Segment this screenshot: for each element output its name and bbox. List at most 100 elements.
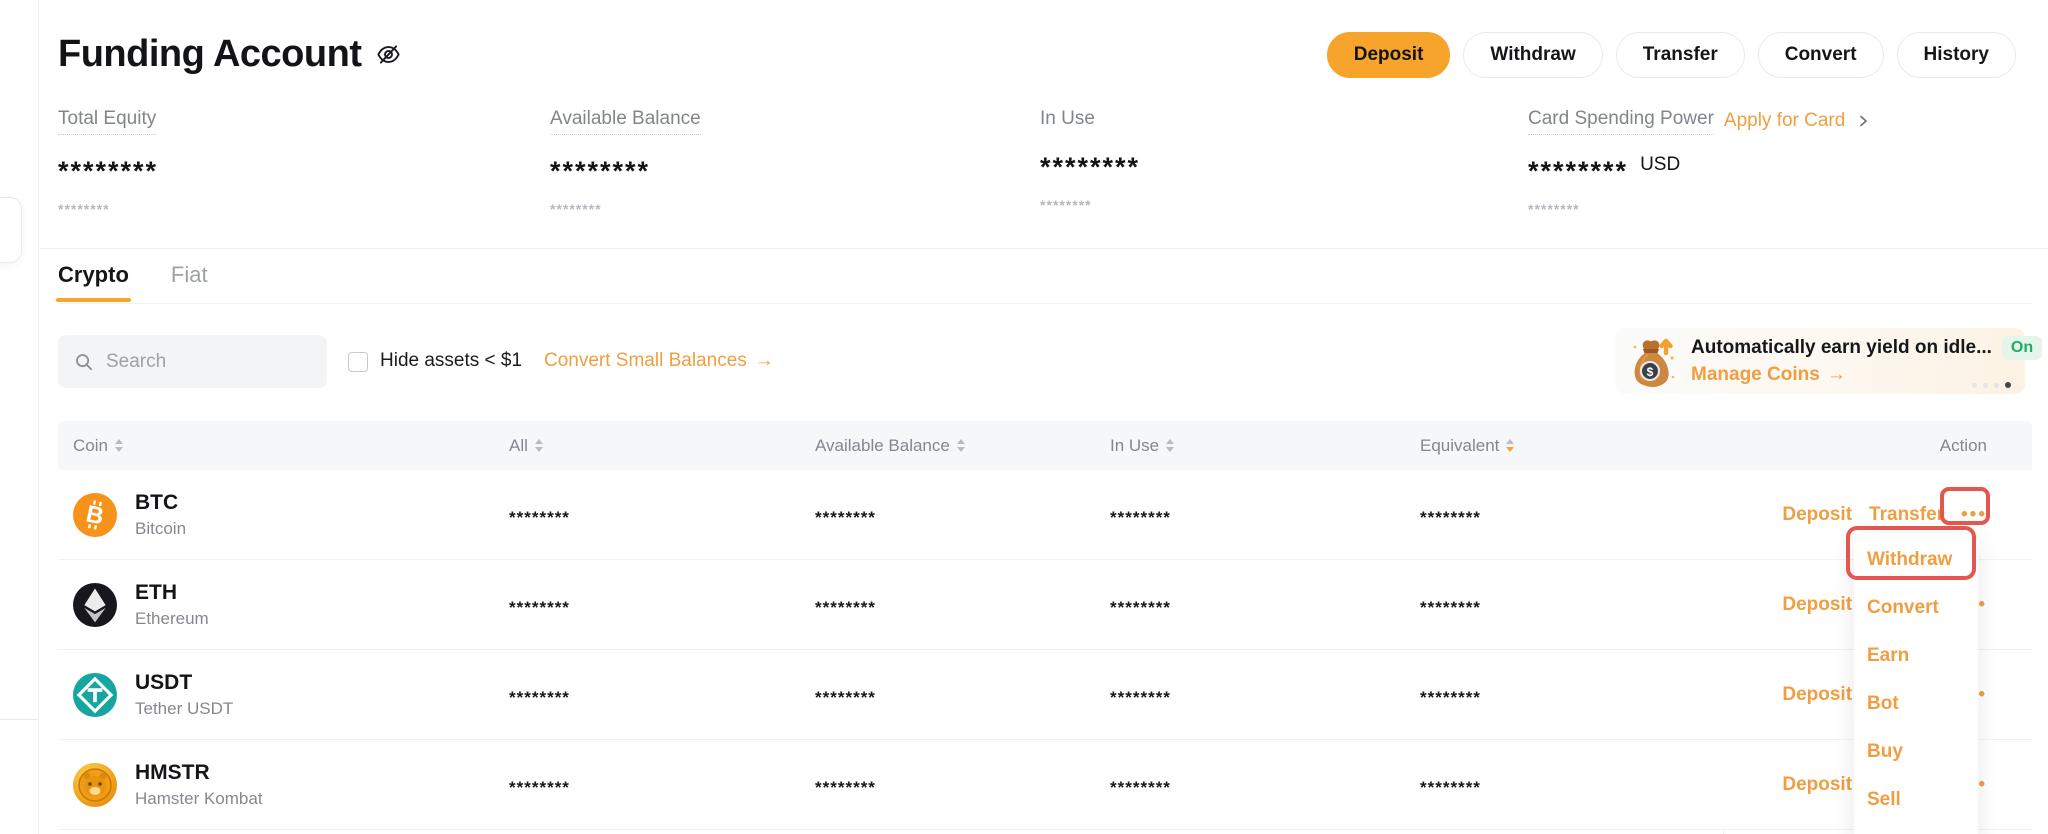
- sort-icon: [957, 439, 965, 452]
- header-action: Action: [1940, 421, 2032, 470]
- side-drawer-handle[interactable]: [0, 197, 22, 263]
- dropdown-item-withdraw[interactable]: Withdraw: [1854, 536, 1978, 584]
- earn-yield-banner[interactable]: $ Automatically earn yield on idle... On…: [1615, 328, 2025, 394]
- stat-subvalue-masked: ********: [550, 201, 701, 217]
- coin-name: Tether USDT: [135, 698, 233, 720]
- svg-text:$: $: [1647, 365, 1654, 379]
- sort-icon: [1166, 439, 1174, 452]
- value-available-masked: ********: [815, 778, 876, 798]
- search-box[interactable]: [58, 335, 327, 388]
- eye-off-icon: [375, 41, 402, 68]
- value-equivalent-masked: ********: [1420, 508, 1481, 528]
- row-deposit-link[interactable]: Deposit: [1782, 774, 1852, 796]
- table-row: ETH Ethereum ******** ******** ******** …: [58, 560, 2032, 650]
- chevron-right-icon[interactable]: [1855, 113, 1871, 129]
- section-divider: [40, 248, 2048, 249]
- table-row: B BTC Bitcoin ******** ******** ********…: [58, 470, 2032, 560]
- withdraw-button[interactable]: Withdraw: [1463, 32, 1602, 78]
- stat-value-masked: ********: [1040, 156, 1140, 178]
- stat-label: Total Equity: [58, 108, 156, 135]
- eth-coin-icon: [73, 583, 117, 627]
- stat-value-masked: ********: [58, 160, 158, 182]
- manage-coins-link[interactable]: Manage Coins →: [1691, 364, 1846, 386]
- coin-name: Bitcoin: [135, 518, 186, 540]
- coin-symbol: ETH: [135, 580, 209, 606]
- row-transfer-link[interactable]: Transfer: [1869, 504, 1944, 526]
- hide-balances-toggle[interactable]: [375, 41, 402, 68]
- sort-icon: [535, 439, 543, 452]
- dropdown-item-convert[interactable]: Convert: [1854, 584, 1978, 632]
- value-available-masked: ********: [815, 508, 876, 528]
- banner-carousel-dots[interactable]: [1972, 382, 2011, 388]
- more-actions-icon[interactable]: •••: [1961, 504, 1987, 526]
- value-all-masked: ********: [509, 778, 570, 798]
- transfer-button[interactable]: Transfer: [1616, 32, 1745, 78]
- coin-symbol: BTC: [135, 490, 186, 516]
- stat-total-equity: Total Equity ******** ********: [58, 108, 158, 217]
- table-row: HMSTR Hamster Kombat ******** ******** *…: [58, 740, 2032, 830]
- more-actions-dropdown: Withdraw Convert Earn Bot Buy Sell: [1854, 534, 1978, 834]
- value-available-masked: ********: [815, 598, 876, 618]
- dropdown-item-earn[interactable]: Earn: [1854, 632, 1978, 680]
- header-available-balance[interactable]: Available Balance: [815, 421, 965, 470]
- value-in-use-masked: ********: [1110, 778, 1171, 798]
- row-deposit-link[interactable]: Deposit: [1782, 594, 1852, 616]
- sort-icon: [115, 439, 123, 452]
- gutter-divider: [0, 719, 39, 720]
- page-header: Funding Account: [58, 33, 402, 76]
- tab-crypto[interactable]: Crypto: [58, 262, 129, 302]
- header-in-use[interactable]: In Use: [1110, 421, 1174, 470]
- deposit-button[interactable]: Deposit: [1327, 32, 1451, 78]
- convert-small-balances-link[interactable]: Convert Small Balances →: [544, 350, 774, 372]
- value-in-use-masked: ********: [1110, 508, 1171, 528]
- convert-button[interactable]: Convert: [1758, 32, 1884, 78]
- value-all-masked: ********: [509, 508, 570, 528]
- stat-available-balance: Available Balance ******** ********: [550, 108, 701, 217]
- value-equivalent-masked: ********: [1420, 688, 1481, 708]
- dropdown-item-sell[interactable]: Sell: [1854, 776, 1978, 824]
- dropdown-item-bot[interactable]: Bot: [1854, 680, 1978, 728]
- banner-title: Automatically earn yield on idle...: [1691, 337, 1992, 359]
- stat-label: Available Balance: [550, 108, 701, 135]
- hide-assets-label[interactable]: Hide assets < $1: [380, 350, 522, 372]
- row-deposit-link[interactable]: Deposit: [1782, 504, 1852, 526]
- value-in-use-masked: ********: [1110, 688, 1171, 708]
- coin-symbol: USDT: [135, 670, 233, 696]
- stat-value-masked: ********: [1528, 160, 1628, 182]
- header-equivalent[interactable]: Equivalent: [1420, 421, 1514, 470]
- row-deposit-link[interactable]: Deposit: [1782, 684, 1852, 706]
- stat-subvalue-masked: ********: [58, 201, 158, 217]
- table-row: USDT Tether USDT ******** ******** *****…: [58, 650, 2032, 740]
- stat-in-use: In Use ******** ********: [1040, 108, 1140, 213]
- header-coin[interactable]: Coin: [73, 421, 123, 470]
- arrow-right-icon: →: [755, 350, 774, 372]
- asset-tabs: Crypto Fiat: [58, 262, 208, 302]
- btc-coin-icon: B: [73, 493, 117, 537]
- value-equivalent-masked: ********: [1420, 778, 1481, 798]
- assets-table: Coin All Available Balance In Use Equiva…: [58, 421, 2032, 830]
- page-title: Funding Account: [58, 33, 361, 76]
- search-input[interactable]: [106, 351, 311, 373]
- money-bag-icon: $: [1623, 333, 1681, 391]
- hide-assets-checkbox[interactable]: [348, 352, 368, 372]
- tabs-divider: [58, 303, 2032, 304]
- funding-account-page: Funding Account Deposit Withdraw Transfe…: [0, 0, 2048, 834]
- stat-unit: USD: [1640, 155, 1680, 175]
- apply-for-card-link[interactable]: Apply for Card: [1724, 110, 1845, 132]
- stat-subvalue-masked: ********: [1040, 197, 1140, 213]
- history-button[interactable]: History: [1897, 32, 2016, 78]
- header-all[interactable]: All: [509, 421, 543, 470]
- stat-value-masked: ********: [550, 160, 650, 182]
- value-all-masked: ********: [509, 688, 570, 708]
- table-header: Coin All Available Balance In Use Equiva…: [58, 421, 2032, 470]
- hmstr-coin-icon: [73, 763, 117, 807]
- stat-label: In Use: [1040, 108, 1095, 131]
- account-actions: Deposit Withdraw Transfer Convert Histor…: [1327, 32, 2016, 78]
- dropdown-item-buy[interactable]: Buy: [1854, 728, 1978, 776]
- stat-subvalue-masked: ********: [1528, 201, 1871, 217]
- tab-fiat[interactable]: Fiat: [171, 262, 208, 302]
- value-available-masked: ********: [815, 688, 876, 708]
- coin-name: Ethereum: [135, 608, 209, 630]
- stat-card-spending-power: Card Spending Power Apply for Card *****…: [1528, 108, 1871, 217]
- value-all-masked: ********: [509, 598, 570, 618]
